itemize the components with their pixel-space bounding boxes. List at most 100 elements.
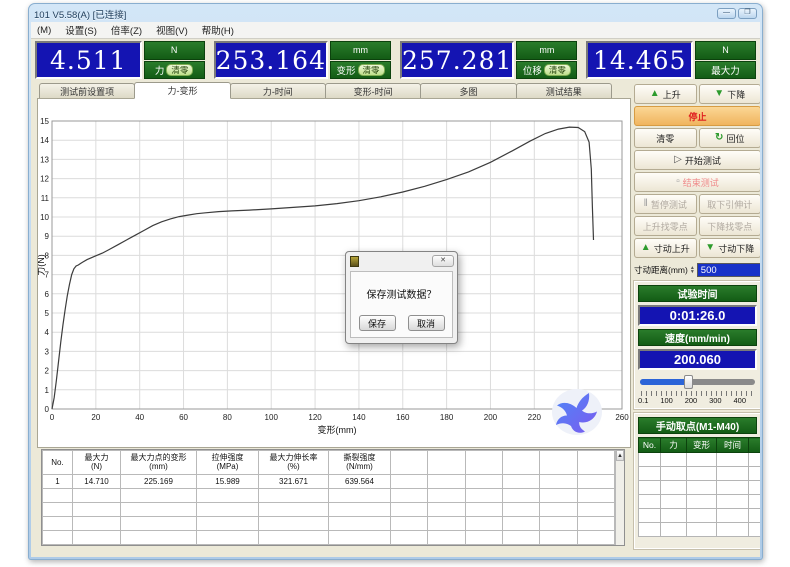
deformation-unit-label: mm [330, 41, 391, 60]
results-cell [540, 474, 577, 488]
tab-5[interactable]: 测试结果 [516, 83, 612, 99]
remove-extensometer-button[interactable]: 取下引伸计 [699, 194, 761, 214]
screenshot-stage: 101 V5.58(A) [已连接] — ❐ (M)设置(S)倍率(Z)视图(V… [0, 0, 790, 567]
results-row [43, 488, 615, 502]
results-cell [502, 502, 539, 516]
tab-1[interactable]: 力-变形 [134, 82, 230, 99]
crosshead-down-button[interactable]: ▼下降 [699, 84, 761, 104]
results-cell [540, 502, 577, 516]
pause-test-button[interactable]: ‖暂停测试 [634, 194, 697, 214]
tab-0[interactable]: 测试前设置项 [39, 83, 135, 99]
results-cell: 1 [43, 474, 73, 488]
menu-item[interactable]: (M) [37, 25, 51, 36]
menu-item[interactable]: 视图(V) [156, 23, 188, 37]
results-cell [121, 488, 197, 502]
displacement-display-group: 257.281 mm 位移清零 [400, 41, 577, 79]
svg-text:4: 4 [45, 328, 50, 337]
svg-text:20: 20 [91, 413, 100, 422]
svg-text:9: 9 [45, 232, 50, 241]
manual-cell [687, 509, 717, 523]
max-force-display-group: 14.465 N 最大力 [586, 41, 756, 79]
force-clear-button[interactable]: 清零 [166, 64, 193, 76]
tab-4[interactable]: 多图 [420, 83, 516, 99]
manual-cell [639, 467, 661, 481]
svg-text:力(N): 力(N) [38, 254, 46, 276]
end-test-button[interactable]: ▫结束测试 [634, 172, 760, 192]
manual-cell [717, 509, 749, 523]
deformation-value-display: 253.164 [214, 41, 328, 79]
speed-slider[interactable] [638, 374, 757, 390]
stop-button[interactable]: 停止 [634, 106, 760, 126]
menu-bar: (M) 设置(S) 倍率(Z) 视图(V) 帮助(H) [31, 22, 760, 39]
results-cell [577, 488, 614, 502]
start-test-button[interactable]: ▷开始测试 [634, 150, 760, 170]
results-row [43, 516, 615, 530]
manual-row [639, 523, 761, 537]
dialog-cancel-button[interactable]: 取消 [408, 315, 445, 331]
results-row: 114.710225.16915.989321.671639.564 [43, 474, 615, 488]
dialog-close-icon[interactable]: ✕ [432, 255, 454, 267]
jog-distance-input[interactable]: 500 [697, 263, 760, 277]
results-cell [577, 502, 614, 516]
max-force-label: 最大力 [711, 63, 740, 77]
svg-text:120: 120 [308, 413, 322, 422]
dialog-save-button[interactable]: 保存 [359, 315, 396, 331]
return-arrow-icon: ↻ [715, 133, 723, 143]
results-cell [502, 474, 539, 488]
manual-cell [717, 453, 749, 467]
slider-tick-label: 0.1 [638, 396, 648, 405]
chart-tabstrip: 测试前设置项力-变形力-时间变形-时间多图测试结果 [39, 83, 611, 99]
results-cell [428, 516, 465, 530]
results-empty-header [577, 451, 614, 475]
jog-down-button[interactable]: ▼寸动下降 [699, 238, 761, 258]
tab-2[interactable]: 力-时间 [230, 83, 326, 99]
displacement-clear-button[interactable]: 清零 [544, 64, 571, 76]
displacement-label: 位移 [523, 63, 542, 77]
down-find-zero-button[interactable]: 下降找零点 [699, 216, 761, 236]
manual-points-table: No.力变形时间 [638, 437, 760, 537]
manual-cell [749, 481, 761, 495]
results-scrollbar[interactable]: ▲ [615, 450, 624, 545]
results-cell [121, 530, 197, 544]
jog-distance-stepper[interactable]: ▲▼ [690, 266, 695, 274]
results-cell [465, 502, 502, 516]
manual-row [639, 453, 761, 467]
menu-item[interactable]: 帮助(H) [202, 23, 234, 37]
tab-3[interactable]: 变形-时间 [325, 83, 421, 99]
jog-distance-label: 寸动距离(mm) [634, 264, 688, 276]
maximize-button[interactable]: ❐ [738, 8, 757, 19]
manual-row [639, 495, 761, 509]
slider-tick-label: 200 [685, 396, 698, 405]
slider-tick-label: 400 [733, 396, 746, 405]
pause-icon: ‖ [644, 199, 648, 209]
main-content: 4.511 N 力清零 253.164 mm 变形清零 257.281 [31, 39, 760, 557]
results-row [43, 502, 615, 516]
svg-text:0: 0 [45, 405, 50, 414]
results-cell [391, 516, 428, 530]
menu-item[interactable]: 设置(S) [65, 23, 97, 37]
stop-square-icon: ▫ [676, 177, 680, 187]
crosshead-up-button[interactable]: ▲上升 [634, 84, 697, 104]
manual-column-header: 力 [661, 438, 687, 453]
results-table: No.最大力(N)最大力点的变形(mm)拉伸强度(MPa)最大力伸长率(%)撕裂… [42, 450, 615, 545]
return-home-button[interactable]: ↻回位 [699, 128, 761, 148]
force-label: 力 [155, 63, 165, 77]
manual-cell [661, 453, 687, 467]
menu-item[interactable]: 倍率(Z) [111, 23, 142, 37]
results-cell [121, 502, 197, 516]
results-cell [329, 530, 391, 544]
minimize-button[interactable]: — [717, 8, 736, 19]
zero-all-button[interactable]: 清零 [634, 128, 697, 148]
up-find-zero-button[interactable]: 上升找零点 [634, 216, 697, 236]
results-cell [465, 516, 502, 530]
results-column-header: 撕裂强度(N/mm) [329, 451, 391, 475]
scroll-up-icon[interactable]: ▲ [616, 450, 624, 461]
results-cell [428, 474, 465, 488]
results-cell [577, 516, 614, 530]
jog-up-button[interactable]: ▲寸动上升 [634, 238, 697, 258]
speed-header: 速度(mm/min) [638, 329, 757, 346]
deformation-clear-button[interactable]: 清零 [358, 64, 385, 76]
manual-cell [661, 467, 687, 481]
speed-slider-thumb[interactable] [684, 375, 693, 389]
results-empty-header [391, 451, 428, 475]
